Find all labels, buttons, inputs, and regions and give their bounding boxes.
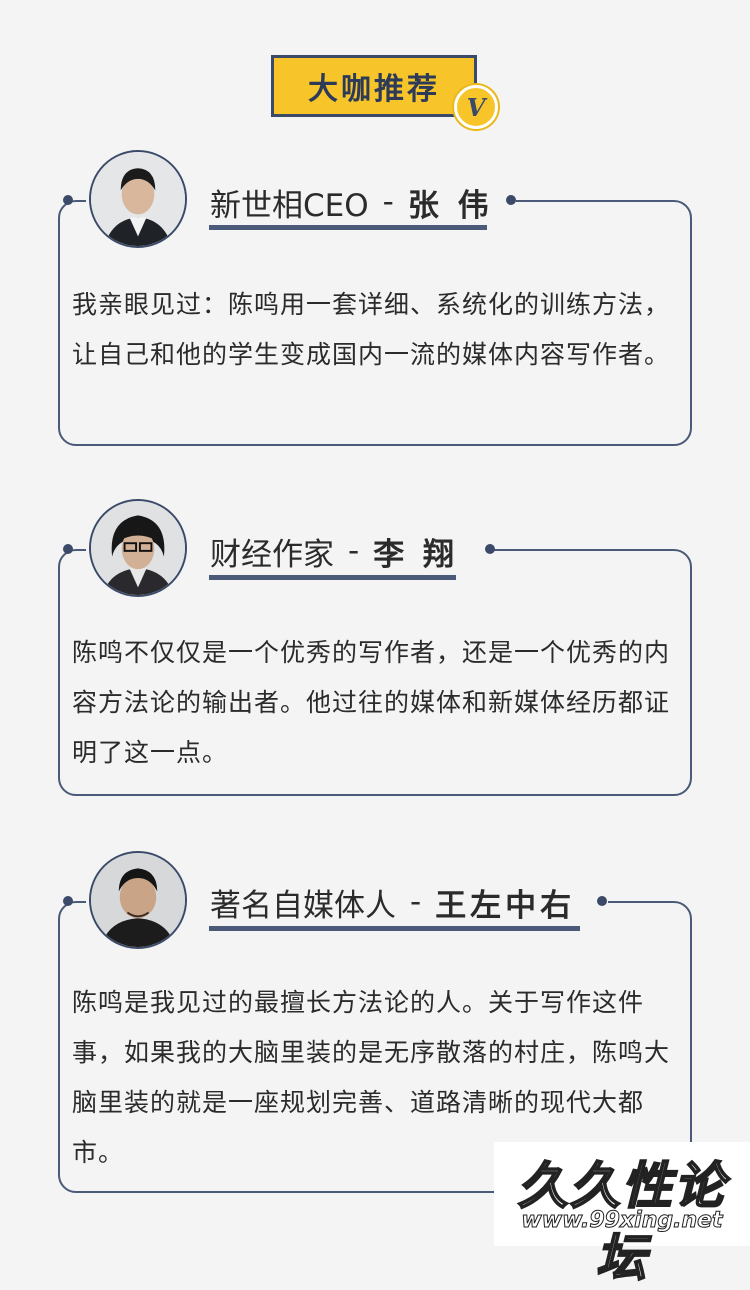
site-watermark: 久久性论坛 www.99xing.net [494, 1142, 750, 1288]
card-3-left-dot [63, 896, 73, 906]
card-1-quote: 我亲眼见过：陈鸣用一套详细、系统化的训练方法，让自己和他的学生变成国内一流的媒体… [72, 290, 671, 369]
card-1-role: 新世相CEO [210, 187, 369, 224]
verified-v-icon: V [454, 85, 498, 129]
card-2-role: 财经作家 [210, 536, 334, 573]
section-title: 大咖推荐 [308, 72, 440, 107]
card-2-title: 财经作家 - 李 翔 [210, 529, 458, 573]
card-2-right-dot [485, 544, 495, 554]
card-3-separator: - [410, 884, 422, 920]
avatar-wang-zuozhongyou [89, 851, 187, 949]
avatar-li-xiang [89, 499, 187, 597]
card-2-underline [209, 575, 456, 580]
avatar-zhang-wei [89, 150, 187, 248]
card-2-quote: 陈鸣不仅仅是一个优秀的写作者，还是一个优秀的内容方法论的输出者。他过往的媒体和新… [72, 638, 671, 767]
watermark-url: www.99xing.net [521, 1208, 723, 1234]
card-1-name: 张 伟 [407, 187, 493, 224]
card-3-title: 著名自媒体人 - 王左中右 [210, 880, 575, 924]
card-3-name: 王左中右 [435, 887, 576, 924]
card-3-role: 著名自媒体人 [210, 887, 396, 924]
card-3-right-dot [597, 896, 607, 906]
card-1-underline [209, 225, 487, 230]
section-title-badge: 大咖推荐 [271, 55, 477, 117]
card-1-left-dot [63, 195, 73, 205]
verified-v-label: V [466, 92, 486, 122]
card-1-right-dot [506, 195, 516, 205]
card-3-underline [209, 926, 580, 931]
card-2-name: 李 翔 [373, 536, 458, 573]
card-2-left-dot [63, 544, 73, 554]
card-1-separator: - [382, 184, 394, 220]
card-2-separator: - [348, 533, 360, 569]
card-1-title: 新世相CEO - 张 伟 [210, 180, 493, 224]
